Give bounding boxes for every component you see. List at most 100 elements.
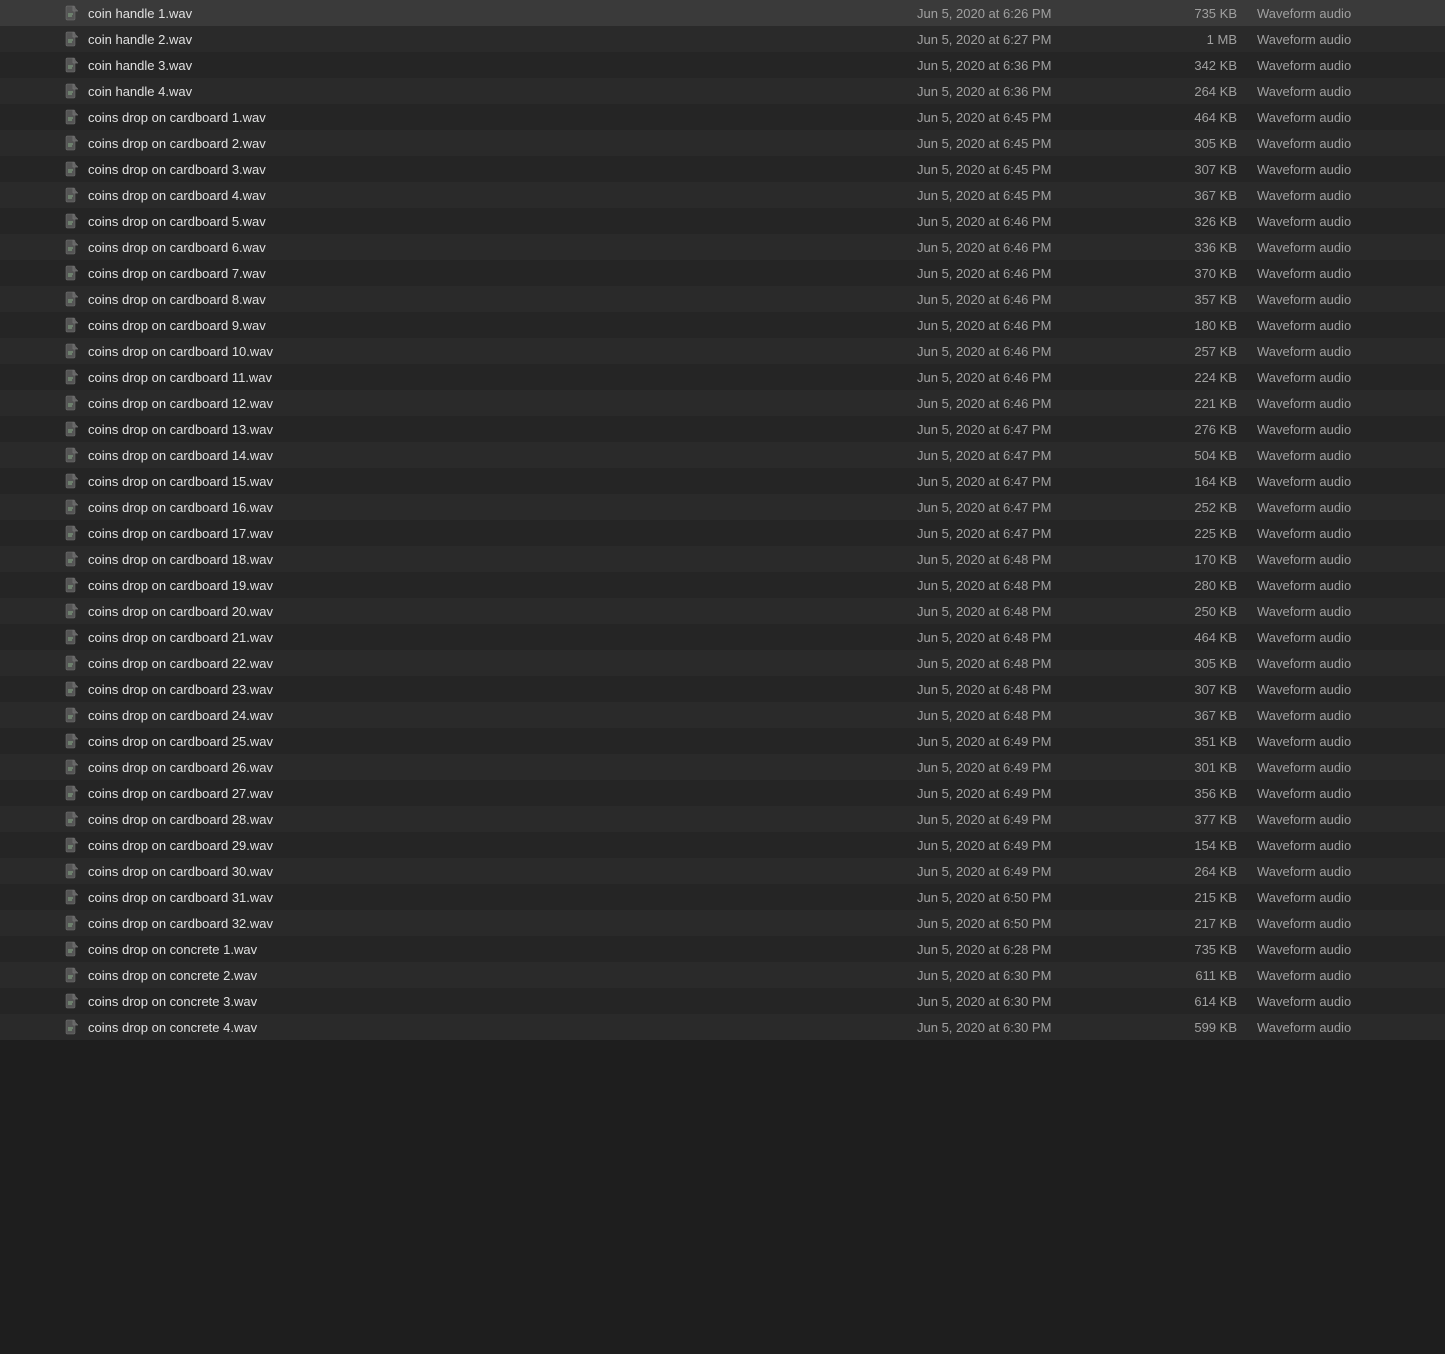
table-row[interactable]: coin handle 2.wav Jun 5, 2020 at 6:27 PM… [0, 26, 1445, 52]
table-row[interactable]: coins drop on concrete 3.wav Jun 5, 2020… [0, 988, 1445, 1014]
file-icon-col [8, 759, 88, 775]
file-size: 164 KB [1137, 474, 1257, 489]
file-size: 307 KB [1137, 682, 1257, 697]
table-row[interactable]: coins drop on cardboard 29.wav Jun 5, 20… [0, 832, 1445, 858]
file-icon-col [8, 265, 88, 281]
audio-file-icon [64, 941, 80, 957]
file-size: 221 KB [1137, 396, 1257, 411]
audio-file-icon [64, 161, 80, 177]
table-row[interactable]: coins drop on cardboard 23.wav Jun 5, 20… [0, 676, 1445, 702]
table-row[interactable]: coins drop on cardboard 3.wav Jun 5, 202… [0, 156, 1445, 182]
table-row[interactable]: coins drop on cardboard 15.wav Jun 5, 20… [0, 468, 1445, 494]
file-name: coins drop on cardboard 14.wav [88, 448, 917, 463]
file-name: coin handle 4.wav [88, 84, 917, 99]
file-name: coins drop on cardboard 12.wav [88, 396, 917, 411]
audio-file-icon [64, 785, 80, 801]
file-date: Jun 5, 2020 at 6:45 PM [917, 188, 1137, 203]
file-kind: Waveform audio [1257, 292, 1437, 307]
file-kind: Waveform audio [1257, 942, 1437, 957]
table-row[interactable]: coins drop on cardboard 11.wav Jun 5, 20… [0, 364, 1445, 390]
file-name: coins drop on cardboard 28.wav [88, 812, 917, 827]
audio-file-icon [64, 629, 80, 645]
file-date: Jun 5, 2020 at 6:46 PM [917, 214, 1137, 229]
file-name: coins drop on cardboard 1.wav [88, 110, 917, 125]
table-row[interactable]: coins drop on cardboard 20.wav Jun 5, 20… [0, 598, 1445, 624]
table-row[interactable]: coins drop on concrete 1.wav Jun 5, 2020… [0, 936, 1445, 962]
table-row[interactable]: coins drop on cardboard 22.wav Jun 5, 20… [0, 650, 1445, 676]
table-row[interactable]: coins drop on cardboard 32.wav Jun 5, 20… [0, 910, 1445, 936]
file-date: Jun 5, 2020 at 6:46 PM [917, 240, 1137, 255]
table-row[interactable]: coins drop on cardboard 5.wav Jun 5, 202… [0, 208, 1445, 234]
file-icon-col [8, 239, 88, 255]
file-icon-col [8, 603, 88, 619]
table-row[interactable]: coins drop on cardboard 27.wav Jun 5, 20… [0, 780, 1445, 806]
file-icon-col [8, 499, 88, 515]
file-icon-col [8, 707, 88, 723]
file-size: 336 KB [1137, 240, 1257, 255]
table-row[interactable]: coins drop on cardboard 14.wav Jun 5, 20… [0, 442, 1445, 468]
file-size: 614 KB [1137, 994, 1257, 1009]
file-kind: Waveform audio [1257, 604, 1437, 619]
table-row[interactable]: coins drop on cardboard 25.wav Jun 5, 20… [0, 728, 1445, 754]
file-size: 504 KB [1137, 448, 1257, 463]
file-icon-col [8, 967, 88, 983]
file-kind: Waveform audio [1257, 656, 1437, 671]
file-name: coins drop on cardboard 6.wav [88, 240, 917, 255]
file-kind: Waveform audio [1257, 214, 1437, 229]
file-date: Jun 5, 2020 at 6:46 PM [917, 292, 1137, 307]
file-kind: Waveform audio [1257, 708, 1437, 723]
file-icon-col [8, 213, 88, 229]
file-date: Jun 5, 2020 at 6:48 PM [917, 578, 1137, 593]
table-row[interactable]: coins drop on cardboard 21.wav Jun 5, 20… [0, 624, 1445, 650]
file-kind: Waveform audio [1257, 318, 1437, 333]
file-date: Jun 5, 2020 at 6:49 PM [917, 864, 1137, 879]
table-row[interactable]: coins drop on cardboard 31.wav Jun 5, 20… [0, 884, 1445, 910]
file-kind: Waveform audio [1257, 500, 1437, 515]
file-date: Jun 5, 2020 at 6:26 PM [917, 6, 1137, 21]
table-row[interactable]: coins drop on cardboard 2.wav Jun 5, 202… [0, 130, 1445, 156]
file-size: 735 KB [1137, 6, 1257, 21]
file-icon-col [8, 187, 88, 203]
table-row[interactable]: coins drop on cardboard 17.wav Jun 5, 20… [0, 520, 1445, 546]
table-row[interactable]: coins drop on cardboard 18.wav Jun 5, 20… [0, 546, 1445, 572]
table-row[interactable]: coins drop on cardboard 6.wav Jun 5, 202… [0, 234, 1445, 260]
audio-file-icon [64, 967, 80, 983]
file-icon-col [8, 889, 88, 905]
table-row[interactable]: coins drop on cardboard 30.wav Jun 5, 20… [0, 858, 1445, 884]
file-date: Jun 5, 2020 at 6:47 PM [917, 448, 1137, 463]
file-size: 305 KB [1137, 656, 1257, 671]
table-row[interactable]: coins drop on cardboard 10.wav Jun 5, 20… [0, 338, 1445, 364]
file-kind: Waveform audio [1257, 526, 1437, 541]
file-size: 224 KB [1137, 370, 1257, 385]
table-row[interactable]: coins drop on concrete 4.wav Jun 5, 2020… [0, 1014, 1445, 1040]
table-row[interactable]: coins drop on cardboard 26.wav Jun 5, 20… [0, 754, 1445, 780]
table-row[interactable]: coins drop on cardboard 19.wav Jun 5, 20… [0, 572, 1445, 598]
table-row[interactable]: coins drop on cardboard 24.wav Jun 5, 20… [0, 702, 1445, 728]
table-row[interactable]: coins drop on concrete 2.wav Jun 5, 2020… [0, 962, 1445, 988]
file-date: Jun 5, 2020 at 6:46 PM [917, 344, 1137, 359]
table-row[interactable]: coins drop on cardboard 8.wav Jun 5, 202… [0, 286, 1445, 312]
table-row[interactable]: coin handle 4.wav Jun 5, 2020 at 6:36 PM… [0, 78, 1445, 104]
table-row[interactable]: coins drop on cardboard 16.wav Jun 5, 20… [0, 494, 1445, 520]
file-name: coins drop on cardboard 31.wav [88, 890, 917, 905]
table-row[interactable]: coins drop on cardboard 4.wav Jun 5, 202… [0, 182, 1445, 208]
file-kind: Waveform audio [1257, 110, 1437, 125]
file-name: coins drop on cardboard 18.wav [88, 552, 917, 567]
file-name: coin handle 2.wav [88, 32, 917, 47]
table-row[interactable]: coins drop on cardboard 9.wav Jun 5, 202… [0, 312, 1445, 338]
audio-file-icon [64, 681, 80, 697]
audio-file-icon [64, 213, 80, 229]
file-date: Jun 5, 2020 at 6:30 PM [917, 994, 1137, 1009]
table-row[interactable]: coins drop on cardboard 13.wav Jun 5, 20… [0, 416, 1445, 442]
table-row[interactable]: coin handle 1.wav Jun 5, 2020 at 6:26 PM… [0, 0, 1445, 26]
audio-file-icon [64, 863, 80, 879]
table-row[interactable]: coins drop on cardboard 1.wav Jun 5, 202… [0, 104, 1445, 130]
audio-file-icon [64, 291, 80, 307]
file-kind: Waveform audio [1257, 6, 1437, 21]
file-list: coin handle 1.wav Jun 5, 2020 at 6:26 PM… [0, 0, 1445, 1040]
table-row[interactable]: coin handle 3.wav Jun 5, 2020 at 6:36 PM… [0, 52, 1445, 78]
table-row[interactable]: coins drop on cardboard 7.wav Jun 5, 202… [0, 260, 1445, 286]
table-row[interactable]: coins drop on cardboard 28.wav Jun 5, 20… [0, 806, 1445, 832]
table-row[interactable]: coins drop on cardboard 12.wav Jun 5, 20… [0, 390, 1445, 416]
audio-file-icon [64, 473, 80, 489]
